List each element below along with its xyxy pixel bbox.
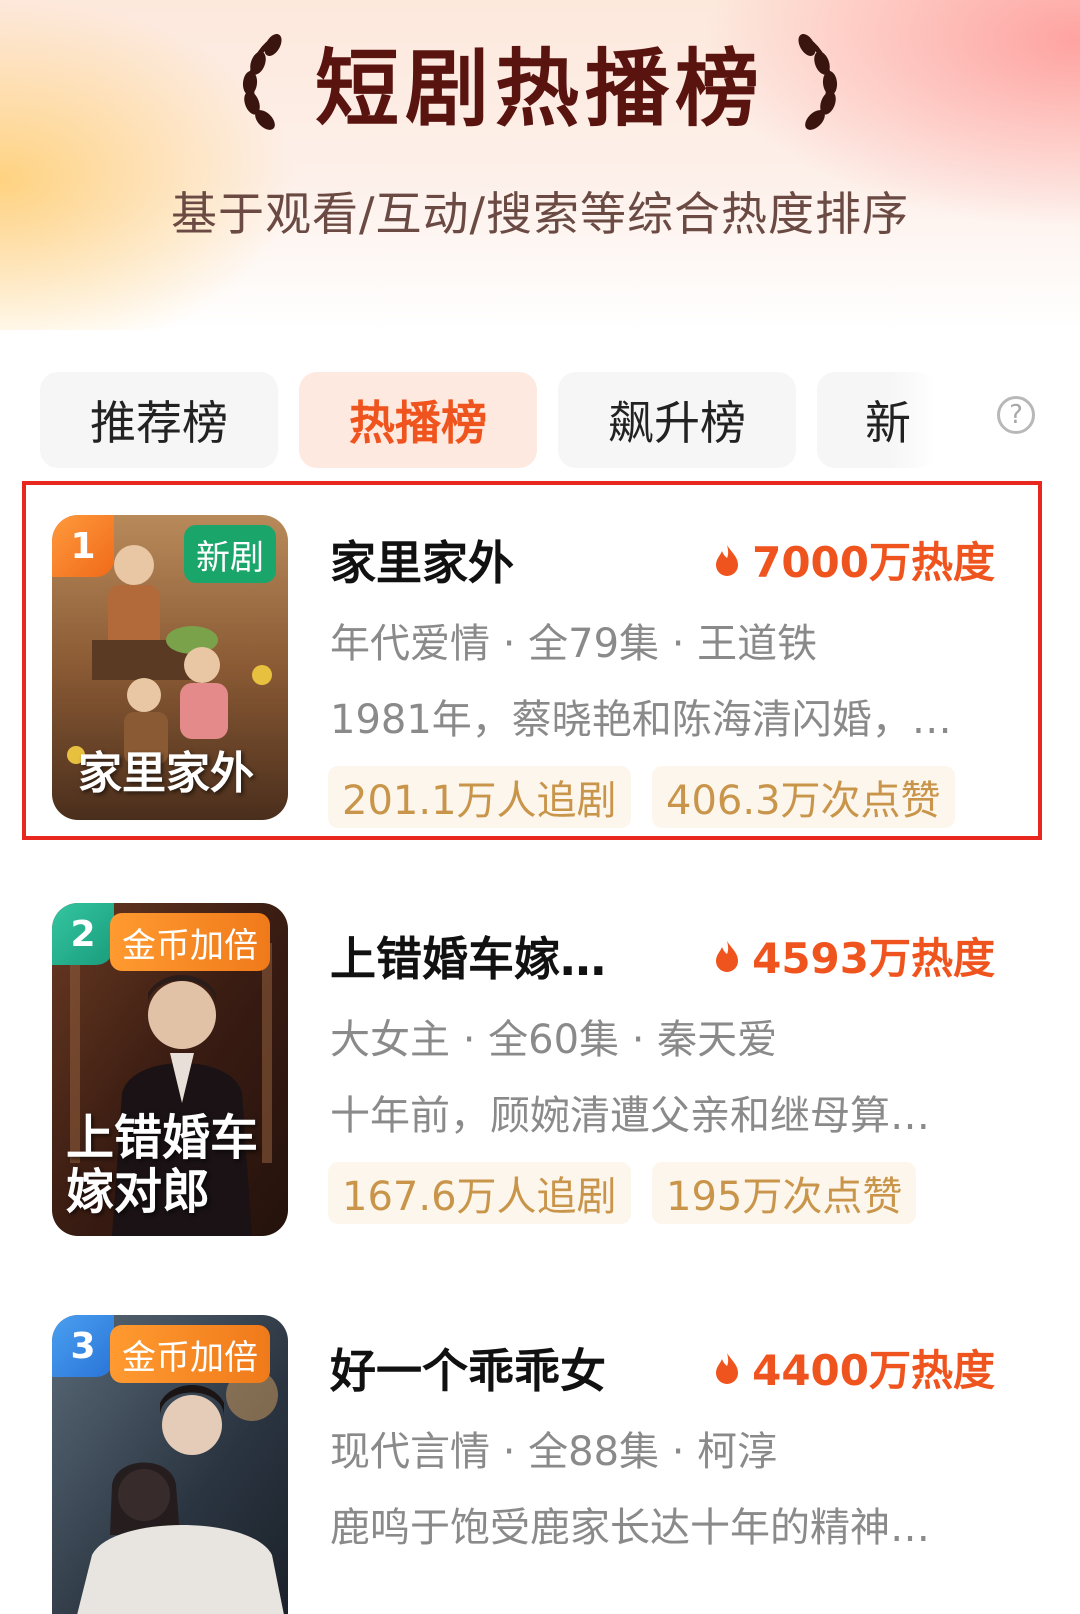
laurel-right-icon — [798, 34, 838, 130]
drama-description: 1981年，蔡晓艳和陈海清闪婚，… — [330, 697, 952, 743]
drama-title[interactable]: 家里家外 — [330, 527, 514, 593]
flame-icon — [716, 1352, 739, 1384]
page-title: 短剧热播榜 — [314, 39, 765, 138]
laurel-left-icon — [242, 34, 282, 130]
cover-title: 上错婚车嫁对郎 — [66, 1110, 259, 1220]
coin-double-badge: 金币加倍 — [110, 1325, 270, 1383]
cover-title: 家里家外 — [78, 748, 254, 799]
heat-value: 7000万热度 — [752, 538, 995, 587]
heat-indicator: 4593万热度 — [714, 925, 995, 986]
heat-indicator: 7000万热度 — [714, 529, 995, 590]
heat-value: 4593万热度 — [752, 934, 995, 983]
heat-indicator: 4400万热度 — [714, 1337, 995, 1398]
likes-badge: 195万次点赞 — [652, 1162, 917, 1224]
tab-hot[interactable]: 热播榜 — [299, 372, 537, 468]
followers-badge: 201.1万人追剧 — [328, 766, 631, 828]
drama-title[interactable]: 好一个乖乖女 — [330, 1335, 606, 1401]
title-row: 短剧热播榜 — [0, 22, 1080, 142]
flame-icon — [716, 544, 739, 576]
rank-badge: 1 — [52, 515, 114, 577]
tab-new[interactable]: 新 — [817, 372, 937, 468]
tab-rising[interactable]: 飙升榜 — [558, 372, 796, 468]
page-subtitle: 基于观看/互动/搜索等综合热度排序 — [171, 187, 909, 241]
cover-image[interactable]: 1 新剧 家里家外 — [52, 515, 288, 820]
tab-bar: 推荐榜 热播榜 飙升榜 新 ? — [40, 372, 1040, 468]
flame-icon — [716, 940, 739, 972]
rank-badge: 2 — [52, 903, 114, 965]
followers-badge: 167.6万人追剧 — [328, 1162, 631, 1224]
drama-meta: 大女主 · 全60集 · 秦天爱 — [330, 1017, 778, 1063]
likes-badge: 406.3万次点赞 — [652, 766, 955, 828]
cover-image[interactable]: 2 金币加倍 上错婚车嫁对郎 — [52, 903, 288, 1236]
drama-meta: 现代言情 · 全88集 · 柯淳 — [330, 1429, 778, 1475]
question-circle-icon[interactable]: ? — [997, 396, 1035, 434]
cover-image[interactable]: 3 金币加倍 — [52, 1315, 288, 1614]
heat-value: 4400万热度 — [752, 1346, 995, 1395]
new-drama-badge: 新剧 — [184, 525, 276, 583]
tab-recommend[interactable]: 推荐榜 — [40, 372, 278, 468]
drama-description: 十年前，顾婉清遭父亲和继母算… — [330, 1093, 930, 1139]
drama-title[interactable]: 上错婚车嫁… — [330, 923, 606, 989]
coin-double-badge: 金币加倍 — [110, 913, 270, 971]
drama-meta: 年代爱情 · 全79集 · 王道铁 — [330, 621, 818, 667]
drama-description: 鹿鸣于饱受鹿家长达十年的精神… — [330, 1505, 930, 1551]
rank-badge: 3 — [52, 1315, 114, 1377]
